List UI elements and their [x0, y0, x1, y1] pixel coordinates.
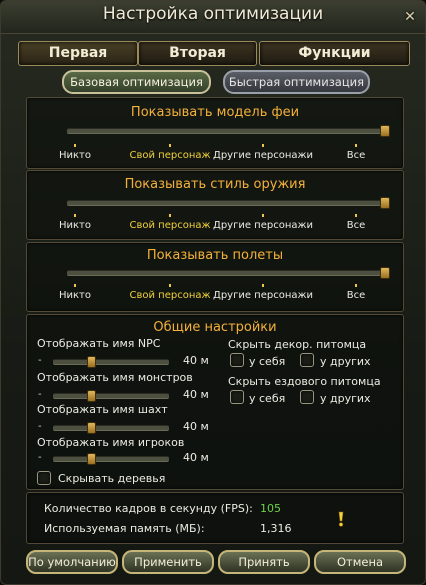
- hide-decor-pet-others-label: у других: [320, 355, 371, 368]
- hide-trees-label: Скрывать деревья: [58, 472, 166, 485]
- slider-tick: [355, 214, 357, 217]
- cancel-button[interactable]: Отмена: [314, 550, 406, 574]
- stop-label-none: Никто: [58, 290, 92, 301]
- hide-decor-pet-self-checkbox[interactable]: [230, 353, 244, 367]
- range-minus: -: [38, 389, 42, 400]
- stop-label-none: Никто: [58, 220, 92, 231]
- apply-button[interactable]: Применить: [122, 550, 214, 574]
- npc-name-label: Отображать имя NPC: [37, 337, 161, 350]
- player-name-slider[interactable]: [53, 453, 169, 465]
- fairy-model-panel: Показывать модель феи Никто Свой персона…: [26, 97, 404, 169]
- general-settings-title: Общие настройки: [153, 320, 277, 335]
- slider-tick: [262, 214, 264, 217]
- weapon-style-slider[interactable]: [67, 197, 390, 209]
- fast-optimization-button[interactable]: Быстрая оптимизация: [223, 70, 370, 94]
- mine-name-slider[interactable]: [53, 422, 169, 434]
- monster-name-value: 40 м: [183, 388, 209, 401]
- slider-tick: [169, 214, 171, 217]
- slider-tick: [262, 284, 264, 287]
- hide-decor-pet-label: Скрыть декор. питомца: [228, 338, 367, 351]
- memory-value: 1,316: [260, 522, 292, 535]
- monster-name-slider[interactable]: [53, 390, 169, 402]
- memory-label: Используемая память (МБ):: [44, 522, 205, 535]
- slider-tick: [262, 144, 264, 147]
- slider-tick: [169, 144, 171, 147]
- stop-label-all: Все: [346, 220, 366, 231]
- hide-trees-checkbox[interactable]: [37, 471, 51, 485]
- hide-mount-pet-others-label: у других: [320, 392, 371, 405]
- general-settings-panel: Общие настройки Отображать имя NPC - 40 …: [26, 314, 404, 490]
- fps-label: Количество кадров в секунду (FPS):: [44, 502, 253, 515]
- player-name-slider-thumb[interactable]: [87, 453, 96, 465]
- flights-panel: Показывать полеты Никто Свой персонаж Др…: [26, 242, 404, 312]
- hide-mount-pet-others-checkbox[interactable]: [300, 390, 314, 404]
- range-minus: -: [38, 355, 42, 366]
- range-minus: -: [38, 452, 42, 463]
- weapon-style-slider-thumb[interactable]: [380, 197, 390, 209]
- flights-title: Показывать полеты: [146, 248, 284, 263]
- tab-first[interactable]: Первая: [18, 41, 138, 66]
- stop-label-none: Никто: [58, 150, 92, 161]
- weapon-style-title: Показывать стиль оружия: [124, 177, 306, 192]
- fairy-model-slider-thumb[interactable]: [380, 125, 390, 137]
- accept-button[interactable]: Принять: [218, 550, 310, 574]
- optimization-window: Настройка оптимизации ✕ Первая Вторая Фу…: [0, 0, 426, 585]
- fps-value: 105: [260, 502, 281, 515]
- flights-slider-thumb[interactable]: [380, 267, 390, 279]
- npc-name-slider[interactable]: [53, 356, 169, 368]
- mine-name-label: Отображать имя шахт: [37, 403, 168, 416]
- monster-name-label: Отображать имя монстров: [37, 371, 193, 384]
- player-name-value: 40 м: [183, 451, 209, 464]
- npc-name-slider-thumb[interactable]: [87, 356, 96, 368]
- close-icon[interactable]: ✕: [402, 9, 418, 25]
- hide-mount-pet-self-label: у себя: [249, 392, 286, 405]
- stop-label-others: Другие персонажи: [213, 150, 313, 161]
- stop-label-others: Другие персонажи: [213, 220, 313, 231]
- exclamation-icon[interactable]: [336, 511, 346, 527]
- hide-mount-pet-label: Скрыть ездового питомца: [228, 375, 381, 388]
- fairy-model-slider[interactable]: [67, 125, 390, 137]
- mine-name-slider-thumb[interactable]: [87, 422, 96, 434]
- weapon-style-panel: Показывать стиль оружия Никто Свой персо…: [26, 170, 404, 240]
- basic-optimization-button[interactable]: Базовая оптимизация: [62, 70, 211, 94]
- mine-name-value: 40 м: [183, 420, 209, 433]
- slider-tick: [355, 144, 357, 147]
- flights-slider[interactable]: [67, 267, 390, 279]
- default-button[interactable]: По умолчанию: [26, 550, 118, 574]
- slider-tick: [74, 284, 76, 287]
- hide-decor-pet-self-label: у себя: [249, 355, 286, 368]
- slider-tick: [355, 284, 357, 287]
- stop-label-own: Свой персонаж: [129, 150, 211, 161]
- npc-name-value: 40 м: [183, 354, 209, 367]
- range-minus: -: [38, 421, 42, 432]
- stop-label-others: Другие персонажи: [213, 290, 313, 301]
- title-bar[interactable]: Настройка оптимизации ✕: [1, 1, 425, 34]
- stop-label-all: Все: [346, 290, 366, 301]
- hide-decor-pet-others-checkbox[interactable]: [300, 353, 314, 367]
- tab-functions[interactable]: Функции: [259, 41, 410, 66]
- window-title: Настройка оптимизации: [102, 4, 324, 24]
- fairy-model-title: Показывать модель феи: [130, 105, 300, 120]
- stop-label-own: Свой персонаж: [129, 220, 211, 231]
- tab-second[interactable]: Вторая: [138, 41, 257, 66]
- slider-tick: [74, 144, 76, 147]
- player-name-label: Отображать имя игроков: [37, 436, 185, 449]
- stop-label-all: Все: [346, 150, 366, 161]
- stats-panel: Количество кадров в секунду (FPS): 105 И…: [26, 492, 404, 544]
- stop-label-own: Свой персонаж: [129, 290, 211, 301]
- monster-name-slider-thumb[interactable]: [87, 390, 96, 402]
- hide-mount-pet-self-checkbox[interactable]: [230, 390, 244, 404]
- slider-tick: [74, 214, 76, 217]
- slider-tick: [169, 284, 171, 287]
